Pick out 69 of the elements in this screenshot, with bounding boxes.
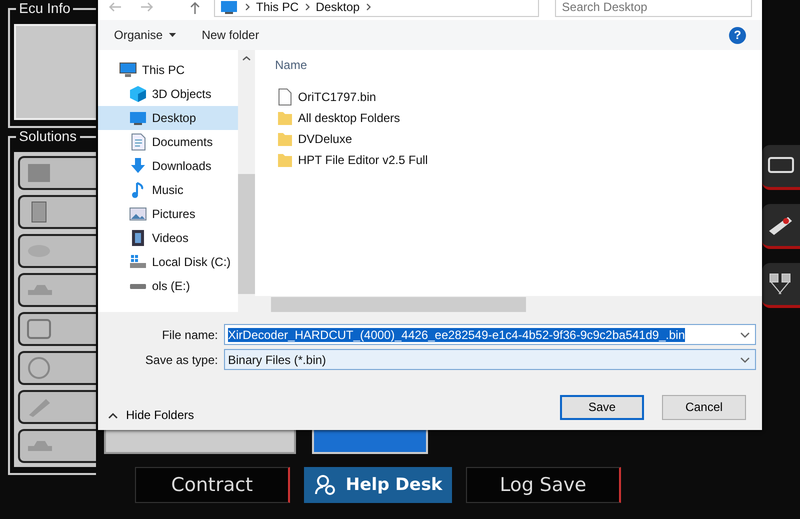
vertical-scrollbar[interactable] <box>238 50 255 312</box>
location-icon <box>130 229 146 247</box>
chevron-icon <box>304 3 310 11</box>
hide-folders-button[interactable]: Hide Folders <box>108 408 194 422</box>
nav-item[interactable]: This PC <box>98 58 238 82</box>
file-item[interactable]: DVDeluxe <box>275 128 762 149</box>
app-button[interactable]: Contract <box>135 467 290 503</box>
help-button[interactable]: Help Desk <box>304 467 452 503</box>
scroll-up-icon[interactable] <box>242 56 251 61</box>
nav-item[interactable]: 3D Objects <box>98 82 238 106</box>
location-icon <box>130 181 146 199</box>
location-icon <box>130 284 146 288</box>
solution-icon <box>26 161 52 185</box>
new-folder-button[interactable]: New folder <box>202 28 260 42</box>
up-arrow-icon[interactable] <box>190 0 200 14</box>
solution-button[interactable] <box>18 273 96 307</box>
path-segment[interactable]: This PC <box>256 0 299 14</box>
save-button[interactable]: Save <box>560 394 644 420</box>
solution-button[interactable] <box>18 312 96 346</box>
column-header[interactable]: Name <box>275 50 762 86</box>
nav-item[interactable]: Desktop <box>98 106 238 130</box>
chevron-icon <box>245 3 250 11</box>
nav-item[interactable]: Downloads <box>98 154 238 178</box>
panel-title: Ecu Info <box>16 0 74 16</box>
location-icon <box>119 62 137 78</box>
nav-item[interactable]: ols (E:) <box>98 274 238 298</box>
solution-button[interactable] <box>18 234 96 268</box>
support-icon <box>314 474 336 496</box>
file-item[interactable]: OriTC1797.bin <box>275 86 762 107</box>
location-icon <box>129 206 147 222</box>
horizontal-scrollbar[interactable] <box>255 296 762 312</box>
file-name-field[interactable]: XirDecoder_HARDCUT_(4000)_4426_ee282549-e1c4-4b52-9f36-9c9c2ba541d9_.bin <box>224 324 756 345</box>
side-button[interactable] <box>762 204 800 249</box>
caret-icon <box>168 33 176 37</box>
organise-menu[interactable]: Organise <box>114 28 176 42</box>
location-icon <box>129 110 147 126</box>
panel-title: Solutions <box>16 128 80 144</box>
solution-button[interactable] <box>18 351 96 385</box>
address-bar[interactable]: This PC Desktop <box>214 0 539 17</box>
location-icon <box>129 85 147 103</box>
save-type-dropdown[interactable]: Binary Files (*.bin) <box>224 349 756 370</box>
field-label: File name: <box>160 328 218 342</box>
chevron-icon <box>366 3 371 11</box>
solution-icon <box>26 317 52 341</box>
chevron-up-icon <box>108 412 118 418</box>
nav-item[interactable]: Documents <box>98 130 238 154</box>
cancel-button[interactable]: Cancel <box>662 394 746 420</box>
help-button[interactable]: ? <box>729 26 746 44</box>
location-icon <box>130 157 146 175</box>
nav-item[interactable]: Videos <box>98 226 238 250</box>
side-button[interactable] <box>762 263 800 308</box>
file-item[interactable]: HPT File Editor v2.5 Full <box>275 149 762 170</box>
location-icon <box>130 133 146 151</box>
solution-icon <box>26 356 52 380</box>
search-field[interactable]: Search Desktop <box>554 0 752 17</box>
solution-button[interactable] <box>18 429 96 463</box>
solution-button[interactable] <box>18 156 96 190</box>
nav-item[interactable]: Local Disk (C:) <box>98 250 238 274</box>
file-icon <box>278 88 292 106</box>
app-button[interactable]: Log Save <box>466 467 621 503</box>
location-icon <box>129 254 147 270</box>
field-label: Save as type: <box>144 352 218 366</box>
solution-button[interactable] <box>18 390 96 424</box>
nav-item[interactable]: Music <box>98 178 238 202</box>
file-item[interactable]: All desktop Folders <box>275 107 762 128</box>
nav-item[interactable]: Pictures <box>98 202 238 226</box>
path-segment[interactable]: Desktop <box>316 0 360 14</box>
side-button[interactable] <box>762 145 800 190</box>
solution-button[interactable] <box>18 195 96 229</box>
